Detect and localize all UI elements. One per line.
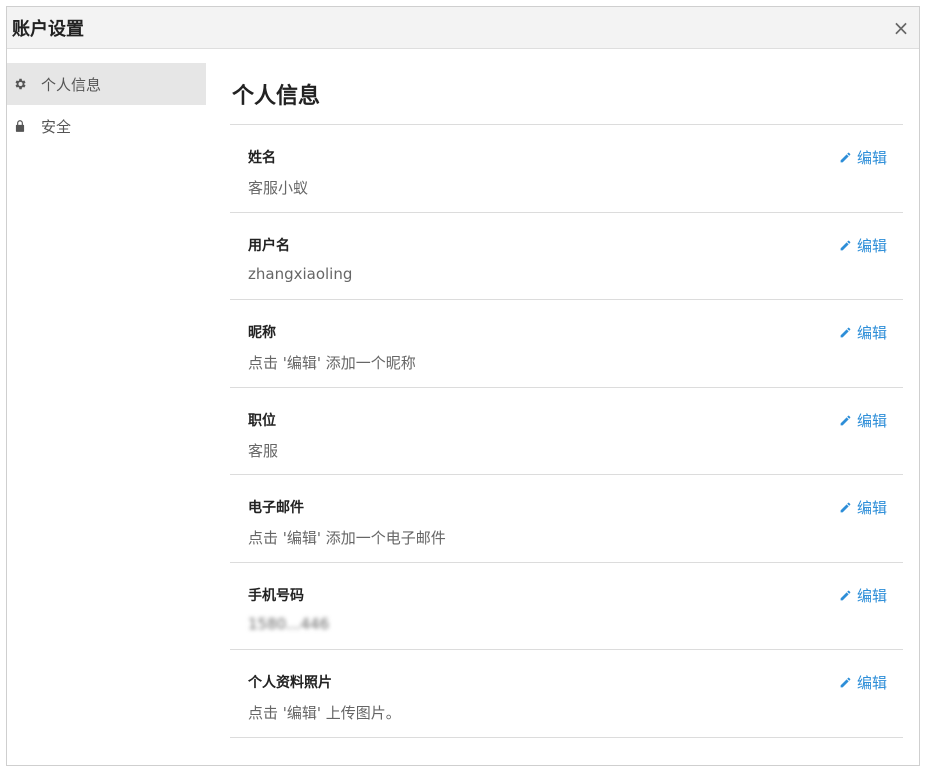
edit-label: 编辑 <box>856 411 887 430</box>
sidebar-item-security[interactable]: 安全 <box>7 105 206 147</box>
field-value: 点击 '编辑' 添加一个昵称 <box>248 354 416 372</box>
gear-icon <box>13 77 27 91</box>
pencil-icon <box>840 240 851 250</box>
pencil-icon <box>840 590 851 600</box>
field-value: 点击 '编辑' 添加一个电子邮件 <box>248 529 446 547</box>
edit-label: 编辑 <box>856 149 887 167</box>
pencil-icon <box>840 502 851 513</box>
edit-button[interactable]: 编辑 <box>839 410 887 431</box>
pencil-icon <box>840 327 851 338</box>
field-value: 客服 <box>248 441 279 460</box>
field-row-username: 用户名 zhangxiaoling 编辑 <box>230 213 903 300</box>
field-label: 职位 <box>248 412 276 429</box>
edit-button[interactable]: 编辑 <box>839 497 887 518</box>
sidebar-item-label: 个人信息 <box>41 75 102 94</box>
field-label: 姓名 <box>248 150 276 166</box>
close-button[interactable]: × <box>889 16 913 40</box>
edit-label: 编辑 <box>856 324 887 342</box>
field-row-nickname: 昵称 点击 '编辑' 添加一个昵称 编辑 <box>230 300 903 388</box>
field-label: 昵称 <box>248 325 276 341</box>
field-row-email: 电子邮件 点击 '编辑' 添加一个电子邮件 编辑 <box>230 475 903 563</box>
edit-button[interactable]: 编辑 <box>839 322 887 343</box>
field-value: 点击 '编辑' 上传图片。 <box>248 704 401 722</box>
sidebar: 个人信息 安全 <box>7 63 206 147</box>
dialog-body: 个人信息 安全 个人信息 姓名 客服小蚁 编辑 用户名 zhangxiaolin… <box>7 49 919 765</box>
sidebar-item-personal-info[interactable]: 个人信息 <box>7 63 206 105</box>
edit-label: 编辑 <box>856 499 887 517</box>
edit-label: 编辑 <box>856 586 887 605</box>
edit-label: 编辑 <box>856 674 887 692</box>
pencil-icon <box>840 415 851 425</box>
field-value: 1580...446 <box>248 614 330 633</box>
pencil-icon <box>840 677 851 688</box>
field-row-phone: 手机号码 1580...446 编辑 <box>230 563 903 650</box>
edit-button[interactable]: 编辑 <box>839 585 887 606</box>
page-title: 个人信息 <box>230 63 903 125</box>
field-value: zhangxiaoling <box>248 264 353 283</box>
field-value: 客服小蚁 <box>248 179 309 197</box>
field-row-profile-photo: 个人资料照片 点击 '编辑' 上传图片。 编辑 <box>230 650 903 738</box>
edit-button[interactable]: 编辑 <box>839 147 887 168</box>
edit-label: 编辑 <box>856 236 887 255</box>
pencil-icon <box>840 152 851 163</box>
sidebar-item-label: 安全 <box>41 117 72 136</box>
field-label: 个人资料照片 <box>248 675 332 691</box>
account-settings-dialog: 账户设置 × 个人信息 安全 个人信息 姓名 客服小蚁 编辑 用户名 zhang… <box>6 6 920 766</box>
field-label: 用户名 <box>248 237 290 254</box>
edit-button[interactable]: 编辑 <box>839 672 887 693</box>
field-row-name: 姓名 客服小蚁 编辑 <box>230 125 903 213</box>
dialog-title: 账户设置 <box>12 18 84 40</box>
field-label: 电子邮件 <box>248 500 304 516</box>
dialog-header: 账户设置 × <box>7 7 919 49</box>
field-row-position: 职位 客服 编辑 <box>230 388 903 475</box>
lock-icon <box>13 119 27 133</box>
main-panel: 个人信息 姓名 客服小蚁 编辑 用户名 zhangxiaoling 编辑 昵称 <box>230 63 903 738</box>
close-icon: × <box>892 15 910 40</box>
field-label: 手机号码 <box>248 587 304 604</box>
edit-button[interactable]: 编辑 <box>839 235 887 256</box>
